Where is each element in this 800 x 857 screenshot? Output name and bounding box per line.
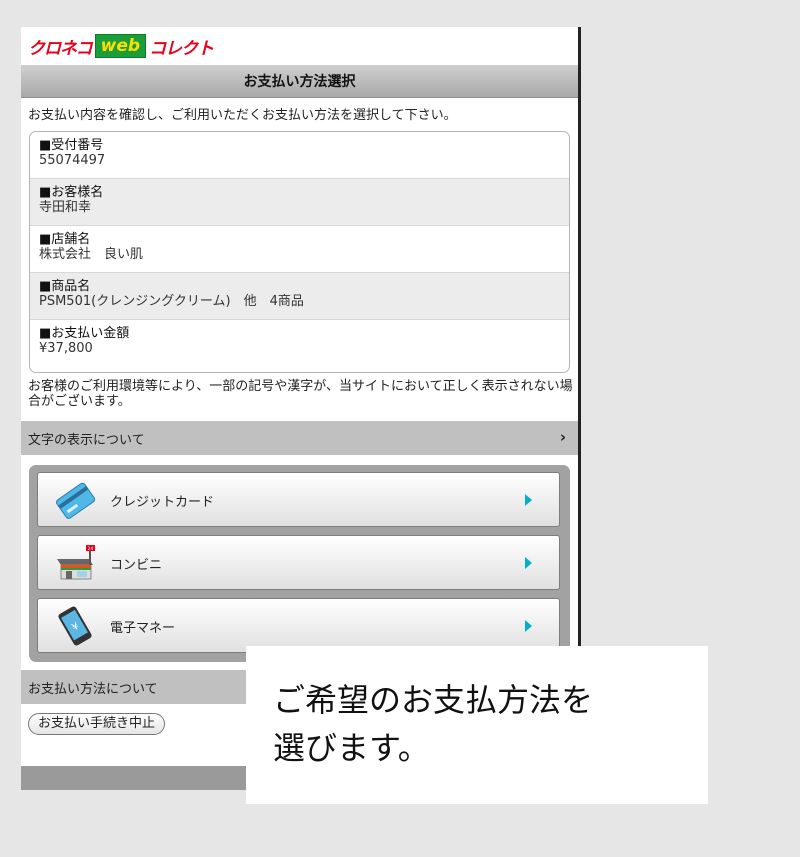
info-row-store-name: ■店舗名 株式会社 良い肌 (30, 226, 569, 273)
kuroneko-web-collect-logo: クロネコ web コレクト (28, 34, 214, 59)
info-row-product-name: ■商品名 PSM501(クレンジングクリーム) 他 4商品 (30, 273, 569, 320)
credit-card-label: クレジットカード (110, 495, 215, 510)
store-sign-text: 24 (88, 546, 94, 552)
info-label: ■受付番号 (39, 138, 104, 153)
chevron-right-icon: › (559, 428, 566, 446)
char-display-link-label: 文字の表示について (28, 432, 145, 448)
info-value: 寺田和幸 (39, 200, 92, 215)
info-row-customer-name: ■お客様名 寺田和幸 (30, 179, 569, 226)
char-display-link[interactable]: 文字の表示について › (21, 421, 578, 455)
convenience-store-button[interactable]: 24 コンビニ (37, 535, 560, 590)
info-label: ■お客様名 (39, 185, 104, 200)
payment-method-info-label: お支払い方法について (28, 681, 158, 697)
arrow-right-icon (525, 557, 532, 569)
caption-text: ご希望のお支払方法を 選びます。 (273, 681, 594, 767)
logo-text-left: クロネコ (28, 38, 93, 59)
intro-text: お支払い内容を確認し、ご利用いただくお支払い方法を選択して下さい。 (28, 108, 457, 123)
info-value: PSM501(クレンジングクリーム) 他 4商品 (39, 294, 304, 309)
arrow-right-icon (525, 494, 532, 506)
info-value: 55074497 (39, 153, 106, 168)
logo-bar: クロネコ web コレクト (21, 27, 578, 65)
convenience-store-icon: 24 (57, 545, 95, 580)
character-notice: お客様のご利用環境等により、一部の記号や漢字が、当サイトにおいて正しく表示されな… (28, 379, 573, 409)
e-money-button[interactable]: ¥ 電子マネー (37, 598, 560, 653)
payment-info-box: ■受付番号 55074497 ■お客様名 寺田和幸 ■店舗名 株式会社 良い肌 … (29, 131, 570, 373)
info-value: ¥37,800 (39, 341, 93, 356)
cancel-payment-button[interactable]: お支払い手続き中止 (28, 713, 166, 735)
info-label: ■商品名 (39, 279, 91, 294)
convenience-store-label: コンビニ (110, 558, 163, 573)
arrow-right-icon (525, 620, 532, 632)
logo-text-web: web (94, 34, 147, 58)
credit-card-button[interactable]: クレジットカード (37, 472, 560, 527)
logo-text-right: コレクト (149, 38, 214, 59)
info-value: 株式会社 良い肌 (39, 247, 144, 262)
info-row-amount: ■お支払い金額 ¥37,800 (30, 320, 569, 371)
credit-card-icon (56, 482, 96, 519)
caption-overlay: ご希望のお支払方法を 選びます。 (246, 646, 708, 804)
e-money-label: 電子マネー (110, 621, 176, 636)
payment-method-list: クレジットカード 24 コンビニ ¥ 電子マネー (29, 465, 570, 662)
info-label: ■店舗名 (39, 232, 91, 247)
info-label: ■お支払い金額 (39, 326, 130, 341)
page-title: お支払い方法選択 (21, 65, 578, 98)
mobile-phone-icon: ¥ (58, 606, 92, 646)
info-row-receipt-number: ■受付番号 55074497 (30, 132, 569, 179)
